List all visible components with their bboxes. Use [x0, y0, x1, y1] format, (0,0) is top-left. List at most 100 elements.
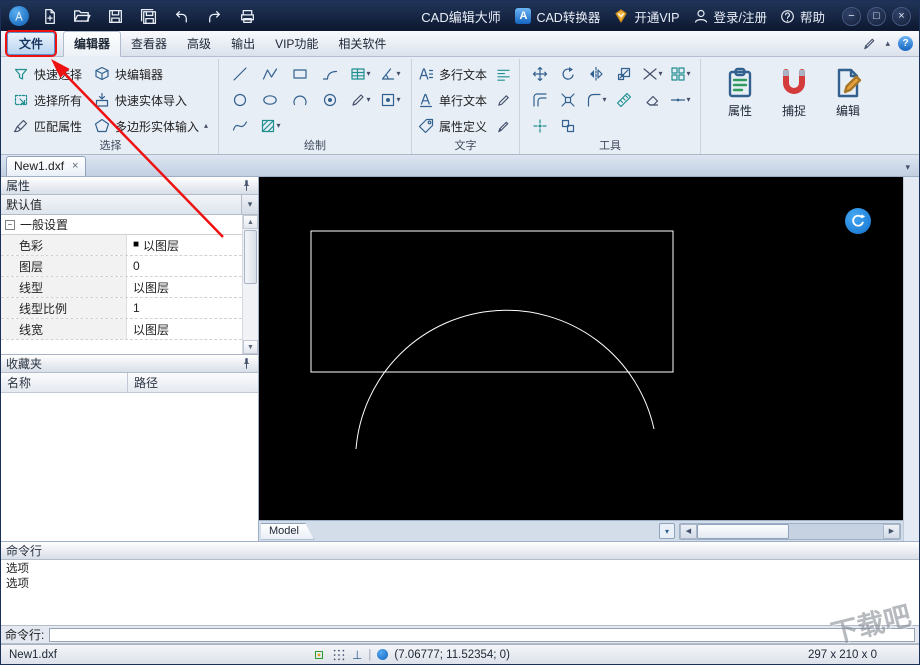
erase-button[interactable]	[638, 87, 666, 113]
collapse-box-icon[interactable]: −	[5, 219, 15, 230]
cad-converter-button[interactable]: A CAD转换器	[515, 7, 600, 26]
draw-region-button[interactable]: ▾	[375, 87, 405, 113]
match-properties-button[interactable]: 匹配属性	[9, 113, 86, 139]
draw-rectangle-button[interactable]	[285, 61, 315, 87]
join-button[interactable]: ▾	[666, 87, 694, 113]
scale-button[interactable]	[610, 61, 638, 87]
favorites-path-column[interactable]: 路径	[128, 373, 258, 392]
favorites-list[interactable]	[1, 393, 258, 541]
draw-arc-button[interactable]	[285, 87, 315, 113]
favorites-pin-icon[interactable]	[240, 357, 253, 370]
save-button[interactable]	[103, 4, 127, 28]
login-register-button[interactable]: 登录/注册	[693, 7, 767, 26]
draw-circle-button[interactable]	[225, 87, 255, 113]
property-row-color[interactable]: 色彩 ■ 以图层	[1, 235, 242, 256]
point-style-button[interactable]	[526, 113, 554, 139]
scroll-left-icon[interactable]: ◀	[680, 523, 697, 539]
fillet-dropdown-icon[interactable]: ▾	[603, 96, 607, 104]
horizontal-scrollbar[interactable]: ◀ ▶	[679, 522, 901, 540]
text-edit-button[interactable]	[493, 93, 513, 108]
region-dropdown-icon[interactable]: ▾	[397, 96, 401, 104]
undo-button[interactable]	[169, 4, 193, 28]
osnap-icon[interactable]	[312, 648, 326, 662]
polygon-collapse-icon[interactable]: ▴	[204, 122, 208, 130]
attribute-define-button[interactable]: 属性定义	[418, 118, 487, 135]
measure-button[interactable]	[610, 87, 638, 113]
sketch-dropdown-icon[interactable]: ▾	[367, 96, 371, 104]
move-button[interactable]	[526, 61, 554, 87]
document-tab-list-button[interactable]: ▾	[901, 162, 914, 176]
pen-style-icon[interactable]	[862, 36, 877, 51]
properties-pin-icon[interactable]	[240, 179, 253, 192]
canvas-feedback-button[interactable]	[845, 208, 871, 234]
array-dropdown-icon[interactable]: ▾	[687, 70, 691, 78]
command-history[interactable]: 选项 选项	[1, 560, 919, 626]
scrollbar-thumb[interactable]	[244, 230, 257, 284]
scroll-up-icon[interactable]: ▲	[243, 215, 258, 229]
mtext-button[interactable]: 多行文本	[418, 66, 487, 83]
draw-sketch-button[interactable]: ▾	[345, 87, 375, 113]
properties-selector[interactable]: 默认值 ▾	[1, 195, 258, 215]
single-text-button[interactable]: 单行文本	[418, 92, 487, 109]
edit-button[interactable]: 编辑	[825, 62, 871, 140]
print-button[interactable]	[235, 4, 259, 28]
drawing-canvas[interactable]	[259, 177, 903, 520]
array-button[interactable]: ▾	[666, 61, 694, 87]
attribute-edit-button[interactable]	[493, 119, 513, 134]
model-tab[interactable]: Model	[261, 523, 314, 540]
draw-polyline-button[interactable]	[255, 61, 285, 87]
scroll-right-icon[interactable]: ▶	[883, 523, 900, 539]
mirror-button[interactable]	[582, 61, 610, 87]
tab-editor[interactable]: 编辑器	[63, 31, 122, 57]
command-input[interactable]	[49, 627, 915, 642]
draw-hatch-button[interactable]: ▾	[255, 113, 285, 139]
scroll-down-icon[interactable]: ▼	[243, 340, 258, 354]
draw-angle-button[interactable]: ▾	[375, 61, 405, 87]
ortho-icon[interactable]: ⊥	[352, 649, 362, 661]
draw-line-button[interactable]	[225, 61, 255, 87]
help-button[interactable]: 帮助	[780, 7, 825, 26]
document-tab[interactable]: New1.dxf ×	[6, 156, 87, 176]
table-dropdown-icon[interactable]: ▾	[367, 70, 371, 78]
maximize-button[interactable]: □	[867, 6, 886, 26]
trim-dropdown-icon[interactable]: ▾	[659, 70, 663, 78]
text-flow-button[interactable]	[493, 67, 513, 82]
angle-dropdown-icon[interactable]: ▾	[397, 70, 401, 78]
document-tab-close-icon[interactable]: ×	[72, 160, 78, 172]
properties-panel-button[interactable]: 属性	[717, 62, 763, 140]
favorites-name-column[interactable]: 名称	[1, 373, 128, 392]
draw-donut-button[interactable]	[315, 87, 345, 113]
draw-ellipse-button[interactable]	[255, 87, 285, 113]
ribbon-help-icon[interactable]: ?	[898, 36, 913, 51]
tab-related-software[interactable]: 相关软件	[328, 32, 396, 56]
draw-table-button[interactable]: ▾	[345, 61, 375, 87]
property-row-linetype[interactable]: 线型 以图层	[1, 277, 242, 298]
hatch-dropdown-icon[interactable]: ▾	[277, 122, 281, 130]
save-all-button[interactable]	[136, 4, 160, 28]
select-all-button[interactable]: 选择所有	[9, 87, 86, 113]
group-button[interactable]	[554, 113, 582, 139]
close-button[interactable]: ×	[892, 6, 911, 26]
offset-button[interactable]	[526, 87, 554, 113]
quick-entity-import-button[interactable]: 快速实体导入	[90, 87, 212, 113]
block-editor-button[interactable]: 块编辑器	[90, 61, 212, 87]
property-group-row[interactable]: − 一般设置	[1, 215, 242, 235]
file-menu-button[interactable]: 文件	[7, 32, 56, 55]
tab-viewer[interactable]: 查看器	[121, 32, 177, 56]
tab-output[interactable]: 输出	[221, 32, 265, 56]
collapse-ribbon-button[interactable]: ▴	[885, 38, 890, 49]
grid-icon[interactable]	[332, 648, 346, 662]
polygon-entity-input-button[interactable]: 多边形实体输入 ▴	[90, 113, 212, 139]
draw-spline-button[interactable]	[225, 113, 255, 139]
trim-button[interactable]: ▾	[638, 61, 666, 87]
hscrollbar-thumb[interactable]	[697, 523, 789, 539]
tab-advanced[interactable]: 高级	[177, 32, 221, 56]
tab-vip-features[interactable]: VIP功能	[265, 32, 328, 56]
draw-polyline-arc-button[interactable]	[315, 61, 345, 87]
new-file-button[interactable]	[37, 4, 61, 28]
redo-button[interactable]	[202, 4, 226, 28]
property-row-layer[interactable]: 图层 0	[1, 256, 242, 277]
fillet-button[interactable]: ▾	[582, 87, 610, 113]
open-vip-button[interactable]: 开通VIP	[613, 7, 680, 26]
property-row-lineweight[interactable]: 线宽 以图层	[1, 319, 242, 340]
